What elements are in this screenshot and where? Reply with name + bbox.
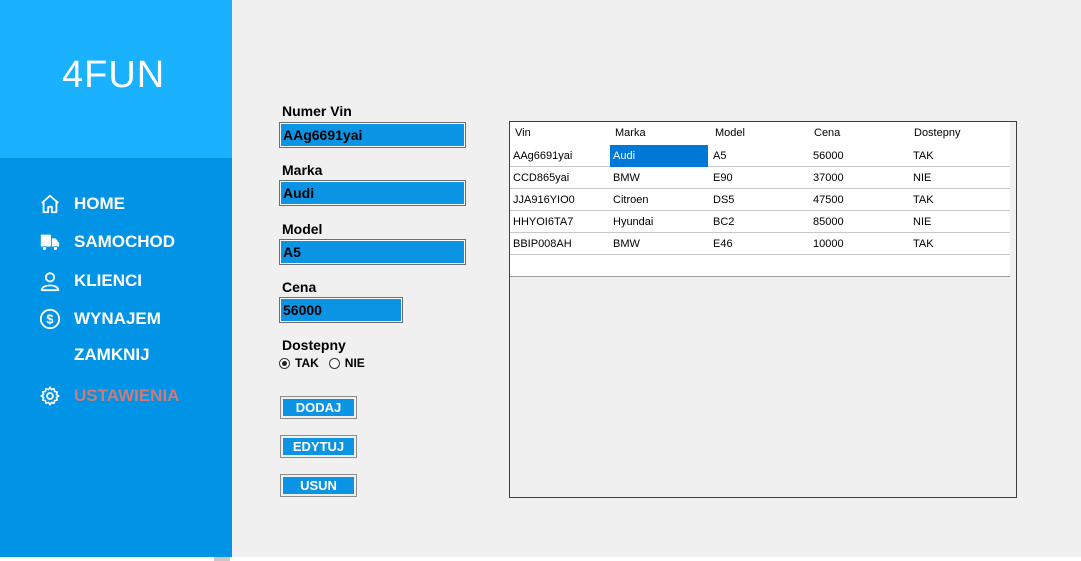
radio-nie[interactable] — [328, 357, 340, 369]
sidebar-item-label: SAMOCHOD — [74, 232, 176, 251]
radio-tak-label: TAK — [295, 356, 319, 370]
cell-vin: HHYOI6TA7 — [513, 216, 574, 228]
table-row[interactable]: JJA916YIO0 Citroen DS5 47500 TAK — [510, 189, 1010, 211]
svg-text:$: $ — [46, 312, 53, 327]
model-label: Model — [282, 221, 323, 237]
table-row[interactable]: AAg6691yai Audi A5 56000 TAK — [510, 145, 1010, 167]
cell-marka-selected: Audi — [610, 145, 708, 167]
radio-tak[interactable] — [279, 357, 290, 369]
cell-model: DS5 — [713, 194, 735, 206]
cell-marka: BMW — [613, 238, 640, 250]
table-row[interactable]: HHYOI6TA7 Hyundai BC2 85000 NIE — [510, 211, 1010, 233]
column-header-dostepny[interactable]: Dostepny — [914, 122, 960, 145]
home-icon — [38, 192, 62, 216]
table-new-row[interactable] — [510, 255, 1010, 277]
brand-logo-text: 4FUN — [62, 54, 166, 96]
cell-dostepny: TAK — [913, 150, 934, 162]
radio-nie-label: NIE — [344, 356, 365, 370]
dostepny-label: Dostepny — [282, 337, 346, 353]
marka-label: Marka — [282, 162, 323, 178]
column-header-vin[interactable]: Vin — [515, 122, 531, 145]
cell-model: A5 — [713, 150, 727, 162]
cell-dostepny: NIE — [913, 172, 932, 184]
sidebar-item-label: WYNAJEM — [74, 309, 161, 328]
cell-dostepny: TAK — [913, 238, 934, 250]
cell-marka: BMW — [613, 172, 640, 184]
cell-cena: 10000 — [813, 238, 844, 250]
user-icon — [38, 269, 62, 293]
cell-cena: 37000 — [813, 172, 844, 184]
sidebar-item-label: USTAWIENIA — [74, 386, 180, 405]
sidebar-item-samochod[interactable]: SAMOCHOD — [38, 229, 175, 255]
usun-button[interactable]: USUN — [280, 474, 357, 497]
cell-marka: Hyundai — [613, 216, 654, 228]
vin-label: Numer Vin — [282, 103, 352, 119]
marka-input[interactable] — [279, 180, 466, 206]
cena-label: Cena — [282, 279, 317, 295]
cell-vin: AAg6691yai — [513, 150, 573, 162]
column-header-cena[interactable]: Cena — [814, 122, 840, 145]
cell-vin: JJA916YIO0 — [513, 194, 575, 206]
sidebar-item-zamknij[interactable]: ZAMKNIJ — [38, 342, 150, 368]
sidebar-item-label: HOME — [74, 194, 125, 213]
cell-cena: 56000 — [813, 150, 844, 162]
column-header-marka[interactable]: Marka — [615, 122, 646, 145]
brand-panel: 4FUN — [0, 0, 232, 158]
sidebar-item-label: KLIENCI — [74, 271, 142, 290]
dollar-icon: $ — [38, 307, 62, 331]
table-row[interactable]: CCD865yai BMW E90 37000 NIE — [510, 167, 1010, 189]
cell-dostepny: NIE — [913, 216, 932, 228]
model-input[interactable] — [279, 239, 466, 265]
sidebar-item-ustawienia[interactable]: USTAWIENIA — [38, 383, 179, 409]
sidebar-item-label: ZAMKNIJ — [74, 345, 150, 364]
truck-icon — [38, 230, 62, 254]
sidebar-item-klienci[interactable]: KLIENCI — [38, 268, 142, 294]
taskbar-tab — [214, 557, 230, 561]
sidebar: 4FUN HOME SAMOCHOD KLIENCI $ WYNAJEM ZAM… — [0, 0, 232, 557]
cell-marka: Citroen — [613, 194, 649, 206]
sidebar-item-home[interactable]: HOME — [38, 191, 125, 217]
dostepny-radio-group: TAK NIE — [279, 356, 375, 370]
cell-dostepny: TAK — [913, 194, 934, 206]
cell-vin: CCD865yai — [513, 172, 570, 184]
sidebar-item-wynajem[interactable]: $ WYNAJEM — [38, 306, 161, 332]
edytuj-button[interactable]: EDYTUJ — [280, 435, 357, 458]
cell-vin: BBIP008AH — [513, 238, 572, 250]
taskbar-strip — [0, 557, 1081, 561]
table-header: Vin Marka Model Cena Dostepny — [510, 122, 1010, 145]
cell-model: BC2 — [713, 216, 735, 228]
column-header-model[interactable]: Model — [715, 122, 745, 145]
table-row[interactable]: BBIP008AH BMW E46 10000 TAK — [510, 233, 1010, 255]
cell-model: E46 — [713, 238, 733, 250]
cena-input[interactable] — [279, 297, 403, 323]
cell-cena: 85000 — [813, 216, 844, 228]
dodaj-button[interactable]: DODAJ — [280, 396, 357, 419]
gear-icon — [38, 384, 62, 408]
cell-cena: 47500 — [813, 194, 844, 206]
vin-input[interactable] — [279, 122, 466, 148]
cars-table[interactable]: Vin Marka Model Cena Dostepny AAg6691yai… — [509, 121, 1017, 498]
cell-model: E90 — [713, 172, 733, 184]
